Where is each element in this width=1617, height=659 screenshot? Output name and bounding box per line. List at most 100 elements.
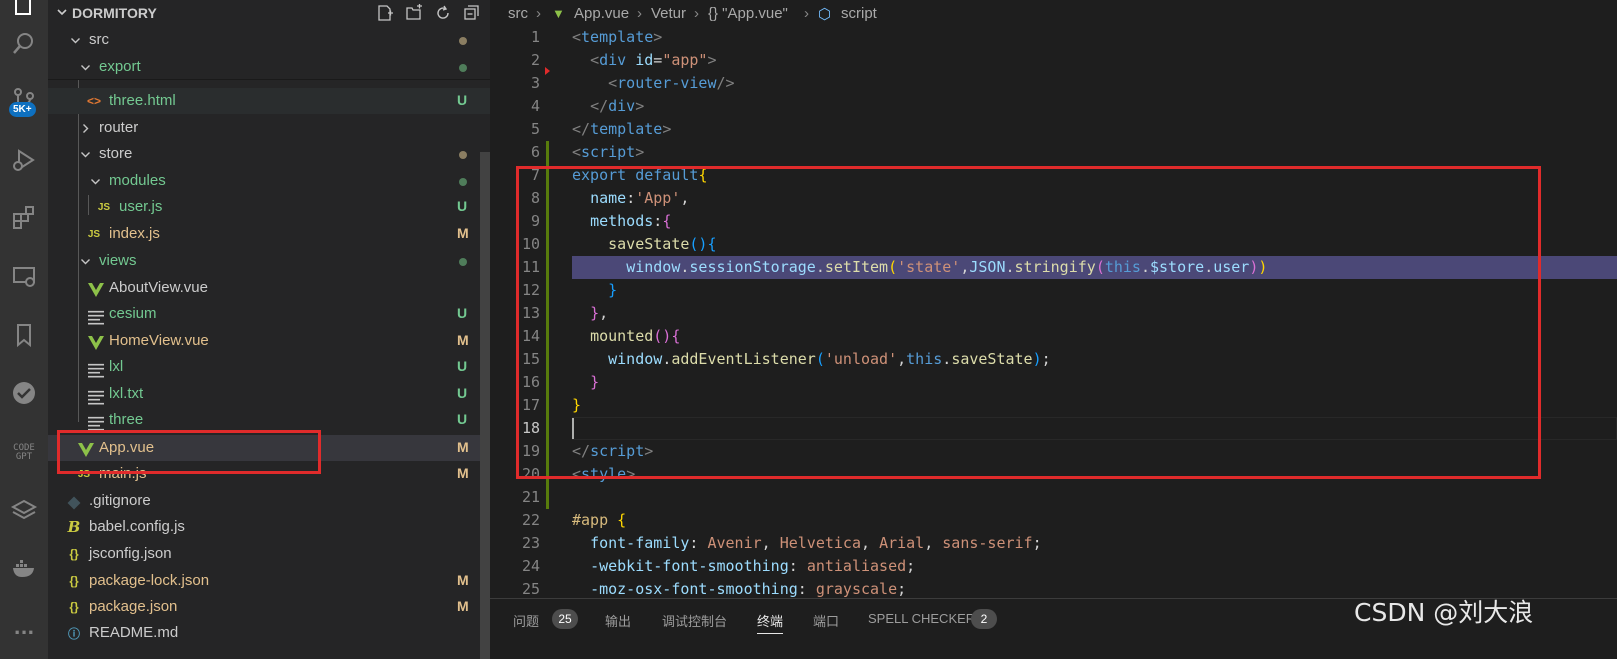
tree-item-label: src — [89, 31, 109, 48]
explorer-header[interactable]: DORMITORY — [48, 0, 490, 26]
more-label: ... — [13, 617, 35, 639]
html-file-icon: <> — [86, 94, 101, 108]
tree-item-label: jsconfig.json — [89, 545, 172, 562]
tree-file-index-js[interactable]: JS index.js M — [48, 221, 490, 247]
tree-folder-views[interactable]: views — [48, 248, 490, 274]
tree-file-aboutview-vue[interactable]: AboutView.vue — [48, 275, 490, 301]
tree-file-cesium[interactable]: cesium U — [48, 301, 490, 327]
git-untracked-dot — [459, 258, 467, 266]
text-file-icon — [88, 363, 104, 378]
line-number: 4 — [530, 97, 540, 115]
tree-file-three-html[interactable]: <> three.html U — [48, 88, 490, 114]
tab-terminal[interactable]: 终端 — [757, 611, 784, 634]
explorer-scrollbar[interactable] — [480, 152, 490, 659]
tree-file-package-json[interactable]: {} package.json M — [48, 594, 490, 620]
code-line[interactable]: 1 <template> — [490, 26, 1617, 49]
extensions-icon[interactable] — [0, 198, 48, 238]
tree-folder-modules[interactable]: modules — [48, 168, 490, 194]
code-text: <router-view/> — [608, 74, 735, 92]
code-line[interactable]: 4 </div> — [490, 95, 1617, 118]
line-number: 6 — [530, 143, 540, 161]
tab-problems[interactable]: 问题 — [513, 611, 539, 630]
chevron-right-icon: › — [804, 5, 809, 22]
tab-spell-checker[interactable]: SPELL CHECKER — [868, 611, 975, 626]
breadcrumb-src[interactable]: src — [508, 5, 528, 22]
tree-file-lxl[interactable]: lxl U — [48, 354, 490, 380]
layers-icon[interactable] — [0, 490, 48, 530]
code-text: -webkit-font-smoothing: antialiased; — [590, 557, 916, 575]
vue-file-icon: ▼ — [552, 6, 565, 21]
tree-file-homeview-vue[interactable]: HomeView.vue M — [48, 328, 490, 354]
git-status: U — [457, 92, 468, 108]
breadcrumb-script[interactable]: script — [841, 5, 877, 22]
annotation-box-script — [516, 166, 1541, 479]
tree-item-label: .gitignore — [89, 492, 151, 509]
tree-file-package-lock[interactable]: {} package-lock.json M — [48, 568, 490, 594]
code-line[interactable]: 5 </template> — [490, 118, 1617, 141]
breadcrumb-vetur[interactable]: Vetur — [651, 5, 686, 22]
new-folder-icon[interactable] — [404, 3, 424, 23]
line-number: 5 — [530, 120, 540, 138]
line-number: 23 — [521, 534, 540, 552]
git-status: U — [457, 358, 468, 374]
git-status: U — [457, 385, 468, 401]
run-debug-icon[interactable] — [0, 140, 48, 180]
breadcrumb-module[interactable]: {} "App.vue" — [708, 5, 788, 22]
code-line[interactable]: 23 font-family: Avenir, Helvetica, Arial… — [490, 532, 1617, 555]
git-status: M — [457, 598, 469, 614]
git-status: M — [457, 332, 469, 348]
explorer-icon[interactable] — [0, 0, 48, 26]
code-line[interactable]: 6 <script> — [490, 141, 1617, 164]
tree-file-user-js[interactable]: JS user.js U — [48, 194, 490, 220]
git-status: M — [457, 225, 469, 241]
json-file-icon: {} — [69, 547, 79, 561]
code-text: </div> — [590, 97, 645, 115]
tree-file-jsconfig[interactable]: {} jsconfig.json — [48, 541, 490, 567]
tree-folder-src[interactable]: src — [48, 27, 490, 53]
tree-file-readme[interactable]: ⓘ README.md — [48, 620, 490, 646]
tab-debug-console[interactable]: 调试控制台 — [662, 611, 727, 630]
tree-file-lxl-txt[interactable]: lxl.txt U — [48, 381, 490, 407]
collapse-icon[interactable] — [462, 3, 482, 23]
tree-folder-export[interactable]: export — [48, 54, 490, 80]
code-line[interactable]: 22 #app { — [490, 509, 1617, 532]
code-line[interactable]: 21 — [490, 486, 1617, 509]
docker-icon[interactable] — [0, 548, 48, 588]
tree-file-babel-config[interactable]: B babel.config.js — [48, 514, 490, 540]
code-line[interactable]: 24 -webkit-font-smoothing: antialiased; — [490, 555, 1617, 578]
code-text: #app { — [572, 511, 627, 529]
more-icon[interactable]: ... — [0, 608, 48, 648]
refresh-icon[interactable] — [433, 3, 453, 23]
code-text: <script> — [572, 143, 645, 161]
tree-folder-store[interactable]: store — [48, 141, 490, 167]
scm-badge: 5K+ — [9, 102, 36, 117]
tab-ports[interactable]: 端口 — [813, 611, 839, 630]
codegpt-icon[interactable]: CODE GPT — [6, 444, 42, 462]
js-file-icon: JS — [87, 228, 101, 240]
info-file-icon: ⓘ — [67, 626, 80, 641]
annotation-box-app-vue — [57, 430, 321, 474]
code-line[interactable]: 2 <div id="app"> — [490, 49, 1617, 72]
search-icon[interactable] — [0, 24, 48, 64]
remote-explorer-icon[interactable] — [0, 256, 48, 296]
breadcrumb-app-vue[interactable]: App.vue — [574, 5, 629, 22]
tree-item-label: export — [99, 58, 141, 75]
git-gutter-added — [546, 486, 549, 509]
git-status: M — [457, 465, 469, 481]
tree-folder-router[interactable]: router — [48, 115, 490, 141]
git-status: U — [457, 305, 468, 321]
tree-item-label: modules — [109, 172, 166, 189]
bookmarks-icon[interactable] — [0, 315, 48, 355]
tree-item-label: package.json — [89, 598, 178, 615]
tab-output[interactable]: 输出 — [605, 611, 631, 630]
json-file-icon: {} — [69, 574, 79, 588]
code-text: </template> — [572, 120, 672, 138]
testing-icon[interactable] — [0, 373, 48, 413]
code-line[interactable]: 3 <router-view/> — [490, 72, 1617, 95]
chevron-down-icon — [57, 9, 67, 16]
new-file-icon[interactable] — [375, 3, 395, 23]
tree-file-gitignore[interactable]: .gitignore — [48, 488, 490, 514]
codegpt-label-bottom: GPT — [15, 452, 33, 462]
git-status: U — [457, 198, 468, 214]
chevron-down-icon — [81, 259, 90, 265]
